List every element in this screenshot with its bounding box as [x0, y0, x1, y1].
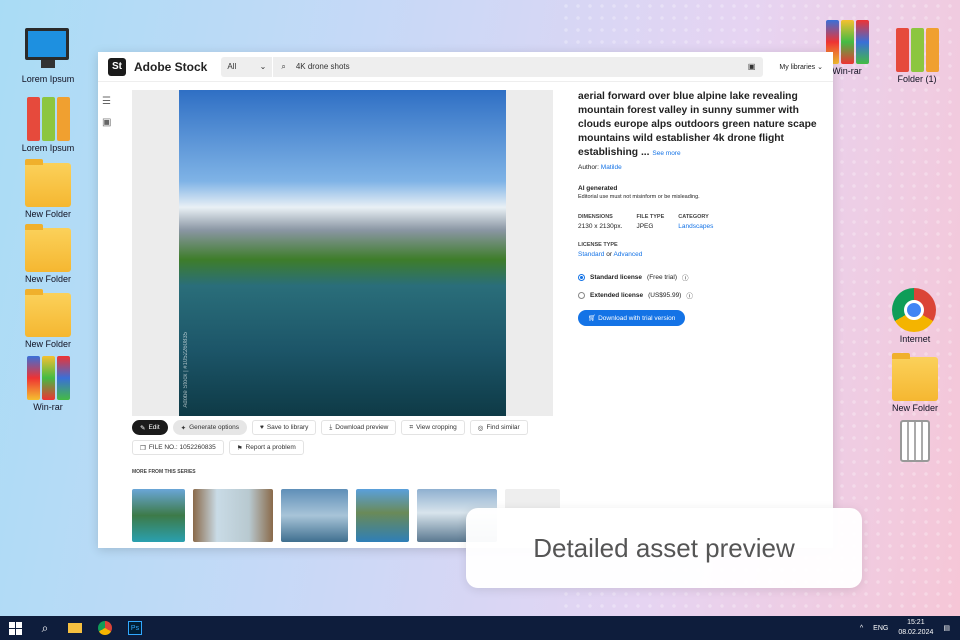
chrome-icon[interactable] [90, 616, 120, 640]
asset-details: aerial forward over blue alpine lake rev… [578, 90, 818, 326]
or-text: or [606, 251, 612, 258]
ai-note: Editorial use must not misinform or be m… [578, 194, 700, 200]
file-type-label: FILE TYPE [636, 214, 665, 220]
browser-window: St Adobe Stock All ⌄ ⌕ 4K drone shots ▣ M… [98, 52, 833, 548]
search-bar: All ⌄ ⌕ 4K drone shots ▣ [221, 56, 764, 77]
desktop-icon-new-folder-3[interactable]: New Folder [13, 289, 83, 349]
chrome-icon [892, 288, 938, 332]
download-preview-button[interactable]: ⤓ Download preview [321, 420, 397, 435]
chevron-down-icon: ⌄ [259, 62, 267, 71]
author-label: Author: [578, 164, 599, 171]
winrar-icon [25, 356, 71, 400]
file-explorer-icon[interactable] [60, 616, 90, 640]
language-indicator[interactable]: ENG [873, 625, 888, 632]
binders-icon [25, 97, 71, 141]
desktop-icon-internet[interactable]: Internet [880, 288, 950, 344]
edit-button[interactable]: ✎ Edit [132, 420, 168, 435]
photoshop-icon[interactable]: Ps [120, 616, 150, 640]
thumbnail[interactable] [193, 489, 273, 542]
file-type-value: JPEG [636, 223, 654, 230]
taskbar: ⌕ Ps ^ ENG 15:21 08.02.2024 ▤ [0, 616, 960, 640]
desktop-icon-new-folder[interactable]: New Folder [13, 159, 83, 219]
image-preview: Adobe Stock | #1052260835 [132, 90, 553, 416]
see-more-link[interactable]: See more [652, 150, 680, 157]
folder-icon [25, 159, 71, 207]
report-problem-button[interactable]: ⚑ Report a problem [228, 440, 304, 455]
category-link[interactable]: Landscapes [678, 223, 713, 230]
notifications-icon[interactable]: ▤ [943, 624, 950, 632]
desktop-icon-new-folder-2[interactable]: New Folder [13, 224, 83, 284]
folder-icon [892, 353, 938, 401]
standard-link[interactable]: Standard [578, 251, 604, 258]
category-label: CATEGORY [678, 214, 709, 220]
desktop-icon-lorem-ipsum[interactable]: Lorem Ipsum [13, 28, 83, 84]
desktop-icon-new-folder-right[interactable]: New Folder [880, 353, 950, 413]
brand-name[interactable]: Adobe Stock [134, 60, 207, 74]
trash-icon [892, 420, 938, 464]
view-cropping-button[interactable]: ⌗ View cropping [401, 420, 465, 435]
info-icon[interactable]: ⓘ [682, 272, 689, 282]
find-similar-button[interactable]: ◎ Find similar [469, 420, 528, 435]
side-rail: ☰ ▣ [102, 96, 111, 128]
thumbnail[interactable] [356, 489, 409, 542]
filters-icon[interactable]: ☰ [102, 96, 111, 107]
desktop-icon-folder-1[interactable]: Folder (1) [882, 28, 952, 84]
desktop-icon-lorem-ipsum-2[interactable]: Lorem Ipsum [13, 97, 83, 153]
recycle-bin[interactable] [880, 420, 950, 466]
watermark: Adobe Stock | #1052260835 [183, 332, 189, 408]
search-icon: ⌕ [281, 61, 286, 71]
caption-card: Detailed asset preview [466, 508, 862, 588]
asset-image[interactable]: Adobe Stock | #1052260835 [179, 90, 506, 416]
info-icon[interactable]: ⓘ [686, 290, 693, 300]
search-input[interactable]: 4K drone shots [286, 62, 748, 71]
desktop-icon-winrar[interactable]: Win-rar [13, 356, 83, 412]
thumbnail[interactable] [132, 489, 185, 542]
visual-search-icon[interactable]: ▣ [748, 62, 764, 71]
license-type-label: LICENSE TYPE [578, 242, 618, 248]
windows-start-icon[interactable] [0, 616, 30, 640]
filter-select[interactable]: All ⌄ [221, 56, 274, 77]
adobe-stock-logo[interactable]: St [108, 57, 126, 76]
dimensions-value: 2130 x 2130px. [578, 223, 623, 230]
standard-license-radio[interactable]: Standard license (Free trial) ⓘ [578, 272, 818, 282]
clock[interactable]: 15:21 08.02.2024 [898, 618, 933, 638]
cart-icon: 🛒︎ [588, 315, 597, 322]
monitor-icon [25, 28, 71, 72]
binders-icon [894, 28, 940, 72]
thumbnail[interactable] [281, 489, 348, 542]
save-to-library-button[interactable]: ♥ Save to library [251, 420, 317, 435]
extended-license-radio[interactable]: Extended license (US$95.99) ⓘ [578, 290, 818, 300]
download-trial-button[interactable]: 🛒︎ Download with trial version [578, 310, 686, 326]
dimensions-label: DIMENSIONS [578, 214, 613, 220]
folder-icon [25, 224, 71, 272]
folder-icon [25, 289, 71, 337]
asset-actions: ✎ Edit ✦ Generate options ♥ Save to libr… [132, 420, 562, 455]
search-icon[interactable]: ⌕ [30, 616, 60, 640]
visual-search-icon[interactable]: ▣ [102, 117, 111, 128]
generate-options-button[interactable]: ✦ Generate options [172, 420, 247, 435]
my-libraries-menu[interactable]: My libraries ⌄ [779, 63, 823, 71]
header: St Adobe Stock All ⌄ ⌕ 4K drone shots ▣ M… [98, 52, 833, 82]
chevron-up-icon[interactable]: ^ [860, 625, 863, 632]
advanced-link[interactable]: Advanced [613, 251, 642, 258]
series-label: MORE FROM THIS SERIES [132, 469, 196, 475]
author-link[interactable]: Matilde [601, 164, 622, 171]
asset-title: aerial forward over blue alpine lake rev… [578, 91, 817, 158]
ai-generated-label: AI generated [578, 185, 618, 192]
file-number-button[interactable]: ❐ FILE NO.: 1052260835 [132, 440, 224, 455]
